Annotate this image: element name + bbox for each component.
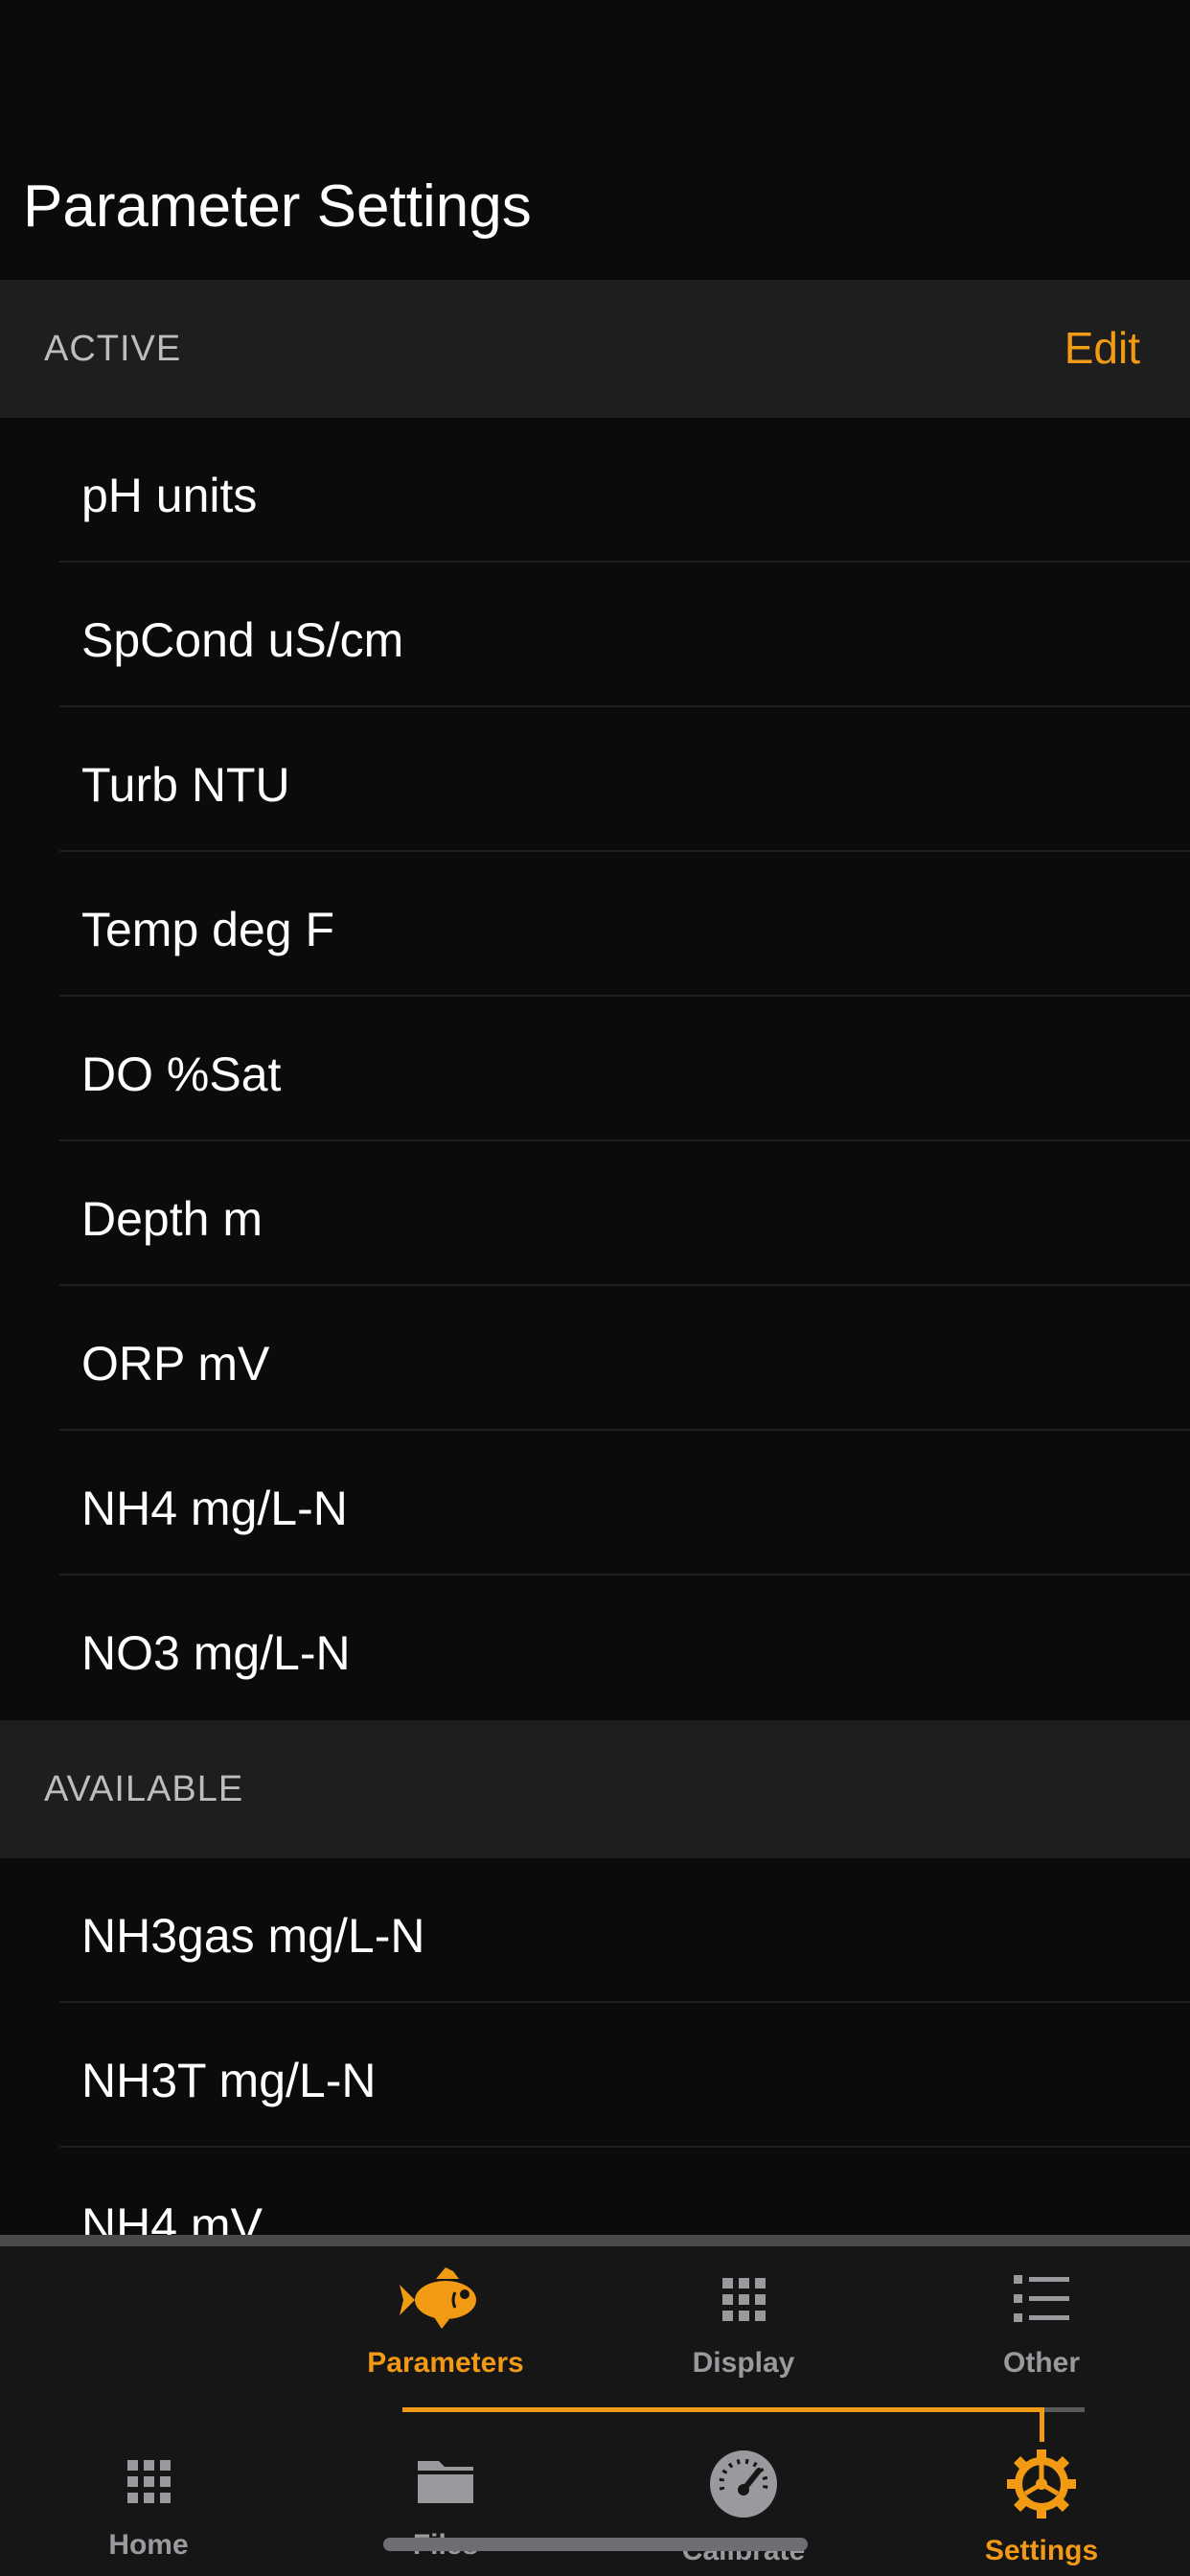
available-parameter-list: NH3gas mg/L-N NH3T mg/L-N NH4 mV — [0, 1858, 1190, 2292]
available-section-header: AVAILABLE — [0, 1720, 1190, 1858]
list-item[interactable]: pH units — [0, 418, 1190, 563]
page-title: Parameter Settings — [23, 173, 532, 240]
home-indicator[interactable] — [383, 2538, 808, 2551]
list-item-label: Depth m — [81, 1192, 263, 1246]
list-item[interactable]: NH3T mg/L-N — [0, 2003, 1190, 2148]
tab-display-label: Display — [692, 2347, 795, 2379]
list-item[interactable]: SpCond uS/cm — [0, 563, 1190, 707]
header: Parameter Settings — [0, 0, 1190, 280]
active-tab-connector-vertical — [1040, 2407, 1044, 2442]
gear-icon — [1007, 2450, 1076, 2518]
tab-connector-gray — [1044, 2407, 1085, 2412]
list-item-label: NO3 mg/L-N — [81, 1626, 351, 1680]
tab-other[interactable]: Other — [931, 2266, 1152, 2380]
fish-icon — [400, 2267, 476, 2329]
folder-icon — [418, 2461, 473, 2503]
list-item-label: SpCond uS/cm — [81, 613, 404, 667]
tab-settings-label: Settings — [984, 2535, 1099, 2566]
active-parameter-list: pH units SpCond uS/cm Turb NTU Temp deg … — [0, 418, 1190, 1720]
tab-display[interactable]: Display — [633, 2266, 854, 2380]
tab-settings[interactable]: Settings — [931, 2448, 1152, 2568]
active-section-title: ACTIVE — [44, 329, 182, 369]
list-item[interactable]: Temp deg F — [0, 852, 1190, 997]
edit-button[interactable]: Edit — [1064, 322, 1140, 374]
bottom-tab-area: Parameters Display Other Home Settings — [0, 2235, 1190, 2576]
parameter-settings-screen: Parameter Settings ACTIVE Edit pH units … — [0, 0, 1190, 2576]
list-item[interactable]: Depth m — [0, 1141, 1190, 1286]
tab-home[interactable]: Home — [38, 2448, 259, 2563]
gauge-icon — [710, 2450, 777, 2518]
list-item[interactable]: NH3gas mg/L-N — [0, 1858, 1190, 2003]
list-item-label: pH units — [81, 469, 258, 522]
tab-parameters-label: Parameters — [367, 2347, 524, 2379]
list-item-label: Turb NTU — [81, 758, 290, 812]
tab-other-label: Other — [1002, 2347, 1080, 2379]
tab-home-label: Home — [108, 2529, 189, 2561]
list-item-label: NH3gas mg/L-N — [81, 1909, 425, 1963]
list-icon — [1014, 2275, 1069, 2322]
list-item-label: NH3T mg/L-N — [81, 2054, 377, 2107]
list-item-label: Temp deg F — [81, 903, 335, 956]
list-item[interactable]: NH4 mg/L-N — [0, 1431, 1190, 1576]
grid-icon — [722, 2278, 766, 2321]
available-section-title: AVAILABLE — [44, 1769, 244, 1809]
list-item-label: NH4 mg/L-N — [81, 1482, 348, 1535]
list-item-label: DO %Sat — [81, 1047, 282, 1101]
list-item[interactable]: DO %Sat — [0, 997, 1190, 1141]
grid-icon — [127, 2460, 171, 2503]
list-item[interactable]: Turb NTU — [0, 707, 1190, 852]
list-item-label: ORP mV — [81, 1337, 270, 1391]
active-tab-connector — [402, 2407, 1044, 2412]
tab-parameters[interactable]: Parameters — [335, 2266, 556, 2380]
active-section-header: ACTIVE Edit — [0, 280, 1190, 418]
list-item[interactable]: NO3 mg/L-N — [0, 1576, 1190, 1720]
list-item[interactable]: ORP mV — [0, 1286, 1190, 1431]
